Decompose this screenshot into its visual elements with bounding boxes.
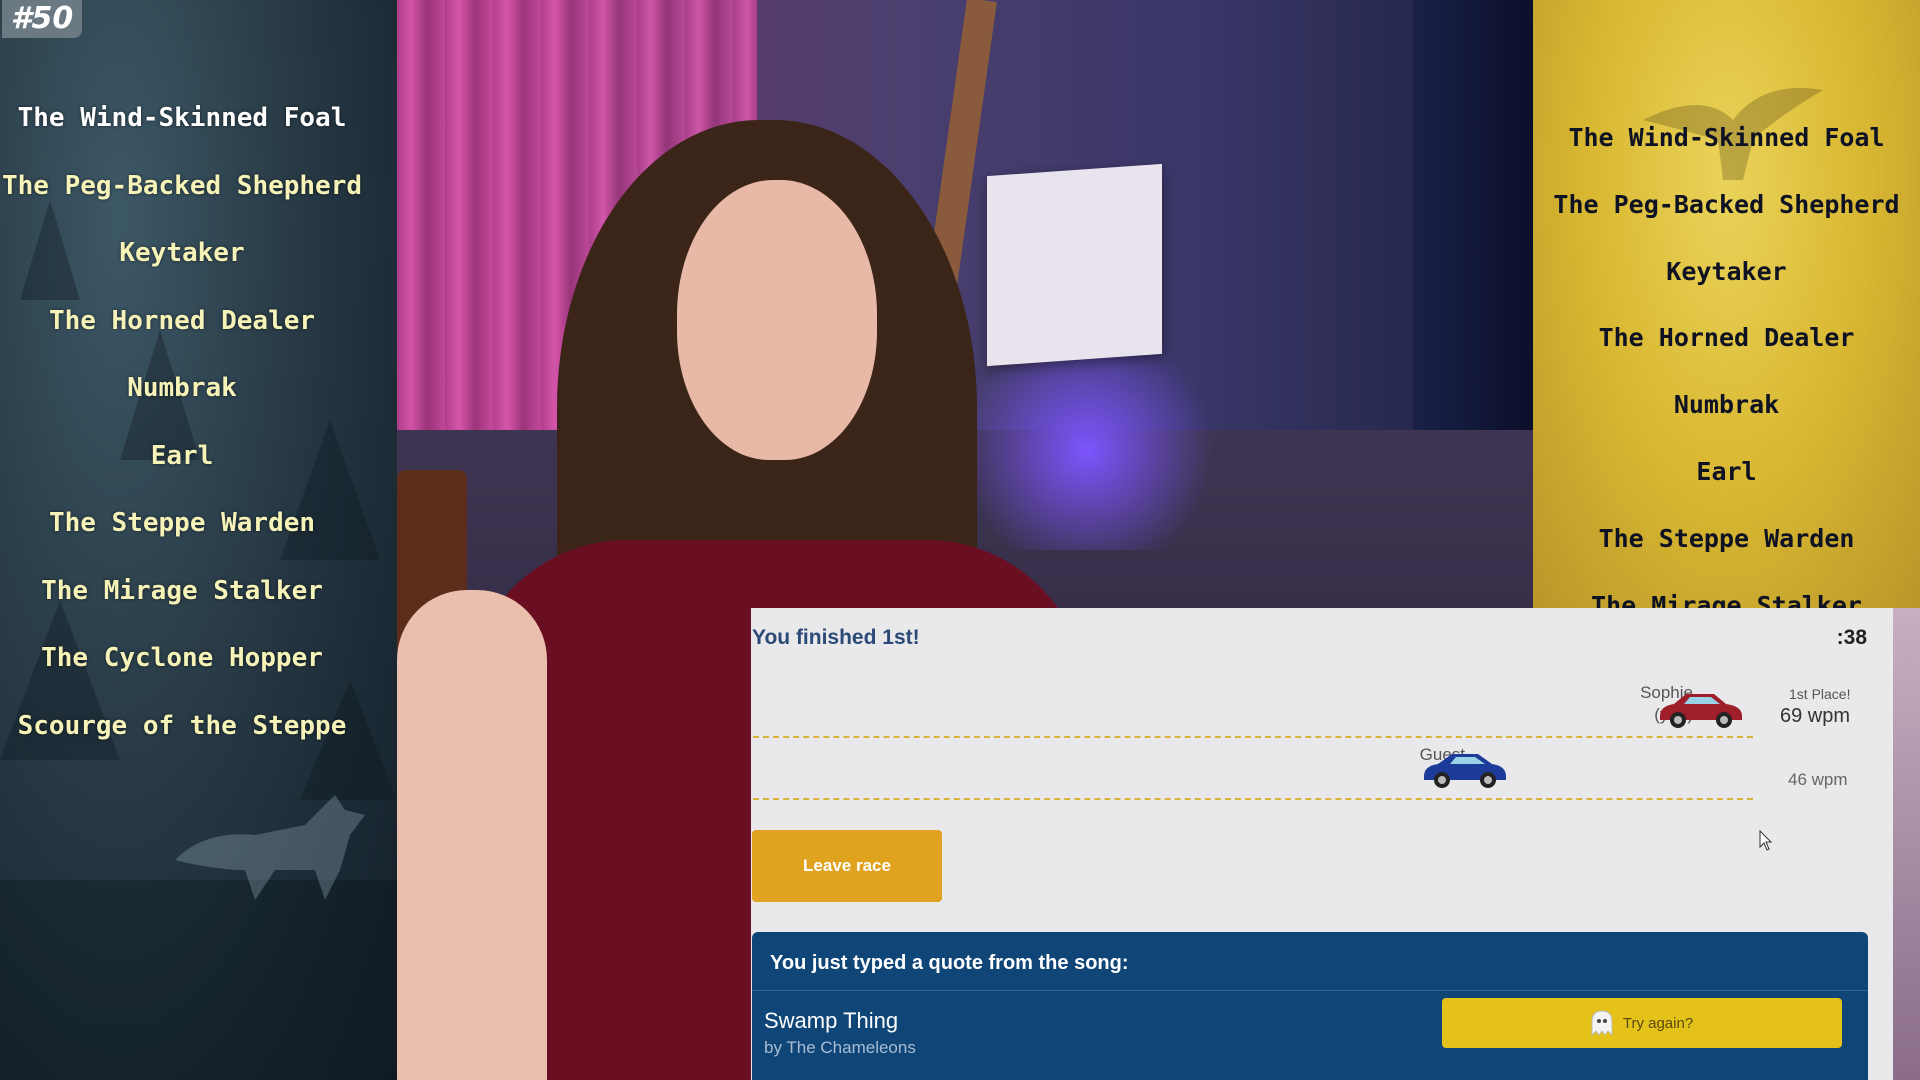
race-timer: :38 xyxy=(1836,626,1867,649)
right-list-item: The Steppe Warden xyxy=(1598,523,1855,553)
song-quote-box: You just typed a quote from the song: Sw… xyxy=(752,932,1868,1080)
purple-light xyxy=(937,350,1237,550)
right-list-item: The Horned Dealer xyxy=(1598,323,1855,353)
episode-badge: #50 xyxy=(2,0,82,38)
song-title: Swamp Thing xyxy=(764,1008,899,1033)
finish-message: You finished 1st! xyxy=(752,626,920,649)
mouse-cursor-icon xyxy=(1759,830,1773,851)
ghost-icon xyxy=(1591,1010,1613,1036)
left-list-item: Numbrak xyxy=(127,373,237,403)
right-list-item: Earl xyxy=(1696,456,1757,486)
left-name-list: The Wind-Skinned Foal The Peg-Backed She… xyxy=(0,92,364,767)
blue-car-icon xyxy=(1424,754,1506,788)
left-list-item: Scourge of the Steppe xyxy=(17,710,347,741)
right-list-item: The Wind-Skinned Foal xyxy=(1568,123,1885,152)
left-list-item: The Horned Dealer xyxy=(48,305,316,336)
left-list-item: The Peg-Backed Shepherd xyxy=(1,170,363,201)
left-list-item: The Cyclone Hopper xyxy=(41,643,323,673)
divider xyxy=(752,990,1868,991)
leave-race-button[interactable]: Leave race xyxy=(752,830,942,902)
left-list-item: The Wind-Skinned Foal xyxy=(17,103,347,133)
racer-wpm: 46 wpm xyxy=(1788,770,1848,789)
right-list-item: Keytaker xyxy=(1666,256,1787,286)
race-lane-1 xyxy=(753,736,1753,738)
left-overlay-panel: #50 The Wind-Skinned Foal The Peg-Backed… xyxy=(0,0,397,1080)
racer-wpm: 69 wpm xyxy=(1780,705,1851,727)
right-list-item: The Peg-Backed Shepherd xyxy=(1553,189,1900,219)
first-place-label: 1st Place! xyxy=(1789,686,1851,702)
right-list-item: The Mirage Stalker xyxy=(1591,590,1862,608)
streamer-face xyxy=(677,180,877,460)
race-lane-2 xyxy=(753,798,1753,800)
left-list-item: The Steppe Warden xyxy=(48,508,316,538)
right-list-item: Numbrak xyxy=(1673,390,1780,420)
quote-heading: You just typed a quote from the song: xyxy=(770,952,1129,974)
typing-race-panel: You finished 1st! :38 Sophie (you) 1st P… xyxy=(751,608,1893,1080)
left-list-item: Keytaker xyxy=(119,238,245,268)
right-overlay-panel: The Wind-Skinned Foal The Peg-Backed She… xyxy=(1533,0,1920,608)
streamer-arm xyxy=(397,590,547,1080)
wolf-silhouette-icon xyxy=(175,795,365,900)
camera-edge xyxy=(1893,608,1920,1080)
left-list-item: Earl xyxy=(150,440,214,471)
left-list-item: The Mirage Stalker xyxy=(41,575,323,606)
blank-canvas xyxy=(987,163,1162,367)
right-name-list: The Wind-Skinned Foal The Peg-Backed She… xyxy=(1533,112,1920,608)
try-again-button[interactable]: Try again? xyxy=(1442,998,1842,1048)
song-artist: by The Chameleons xyxy=(764,1038,916,1057)
red-car-icon xyxy=(1660,694,1742,728)
try-again-label: Try again? xyxy=(1622,1014,1694,1032)
